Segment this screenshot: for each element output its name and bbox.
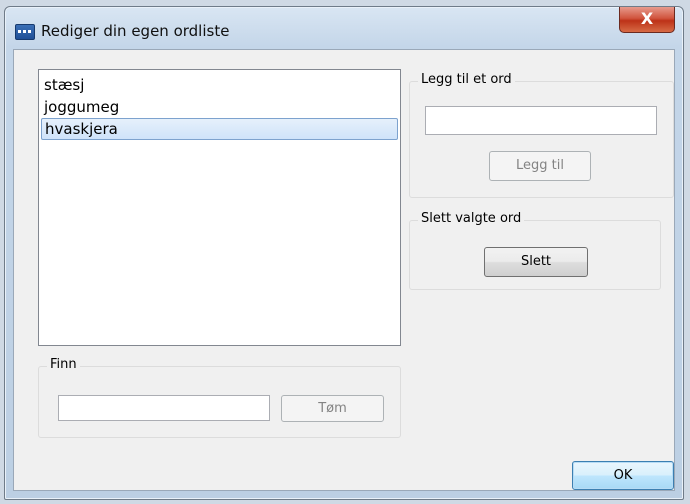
close-icon: X — [640, 9, 654, 28]
list-item[interactable]: stæsj — [41, 74, 398, 96]
close-button[interactable]: X — [619, 7, 675, 33]
add-word-button[interactable]: Legg til — [489, 151, 591, 181]
add-word-group-label: Legg til et ord — [418, 72, 515, 87]
app-icon — [15, 24, 35, 40]
word-listbox[interactable]: stæsj joggumeg hvaskjera — [38, 69, 401, 346]
add-word-input[interactable] — [425, 106, 657, 135]
delete-button[interactable]: Slett — [484, 247, 588, 277]
dialog-body: stæsj joggumeg hvaskjera Finn Tøm Legg t… — [13, 49, 675, 491]
list-item-selected[interactable]: hvaskjera — [41, 118, 398, 140]
list-item[interactable]: joggumeg — [41, 96, 398, 118]
find-group: Finn Tøm — [38, 357, 401, 438]
find-group-label: Finn — [47, 357, 80, 372]
add-word-group: Legg til et ord Legg til — [409, 72, 674, 198]
delete-word-group-label: Slett valgte ord — [418, 211, 525, 226]
clear-button[interactable]: Tøm — [281, 395, 384, 422]
dialog-window: Rediger din egen ordliste X stæsj joggum… — [4, 6, 684, 500]
delete-word-group: Slett valgte ord Slett — [409, 211, 661, 290]
title-bar[interactable]: Rediger din egen ordliste X — [5, 7, 683, 47]
find-input[interactable] — [58, 395, 270, 421]
ok-button[interactable]: OK — [572, 461, 674, 490]
window-title: Rediger din egen ordliste — [41, 22, 230, 40]
